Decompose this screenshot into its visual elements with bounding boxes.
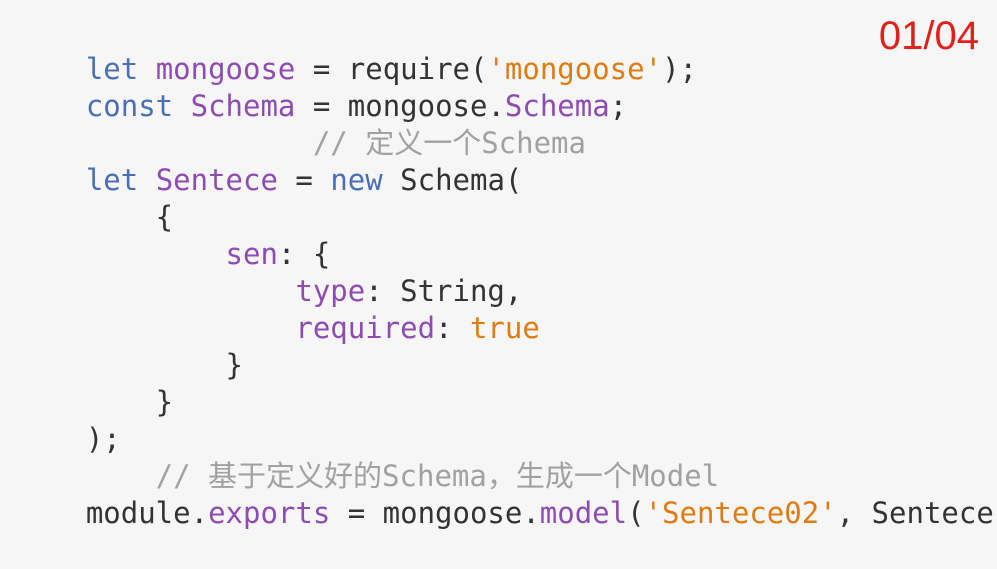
code-token: true [469, 311, 540, 345]
code-token: model [539, 496, 628, 530]
code-line-3: // 定义一个Schema [16, 88, 586, 160]
code-token: ; [609, 89, 628, 123]
code-token: 'Sentece02' [644, 496, 837, 530]
code-line-2: const Schema = mongoose.Schema; [16, 51, 627, 123]
code-token: = mongoose. [330, 496, 540, 530]
code-panel: 01/04 let mongoose = require('mongoose')… [0, 0, 997, 530]
code-line-1: let mongoose = require('mongoose'); [16, 14, 697, 86]
page-indicator: 01/04 [878, 14, 979, 58]
code-token: ( [627, 496, 645, 530]
code-token: required [295, 311, 436, 345]
code-line-13: module.exports = mongoose.model('Sentece… [16, 458, 997, 530]
code-line-5: { [16, 162, 173, 234]
code-line-11: ); [16, 384, 121, 456]
code-line-10: } [16, 347, 173, 419]
code-token: new [330, 163, 383, 197]
code-token: exports [208, 496, 331, 530]
code-line-6: sen: { [16, 199, 331, 271]
code-token: = [277, 163, 331, 197]
code-line-7: type: String, [16, 236, 522, 308]
code-line-8: required: true [16, 273, 539, 345]
code-token: Schema( [382, 163, 523, 197]
code-line-4: let Sentece = new Schema( [16, 125, 523, 197]
code-token: , Sentece); [836, 496, 997, 530]
code-line-12: // 基于定义好的Schema，生成一个Model [16, 421, 719, 493]
code-token: module. [85, 496, 209, 530]
code-line-9: } [16, 310, 243, 382]
code-token: ); [662, 52, 697, 86]
code-token: : [435, 311, 470, 345]
code-token: Sentece [155, 163, 278, 197]
